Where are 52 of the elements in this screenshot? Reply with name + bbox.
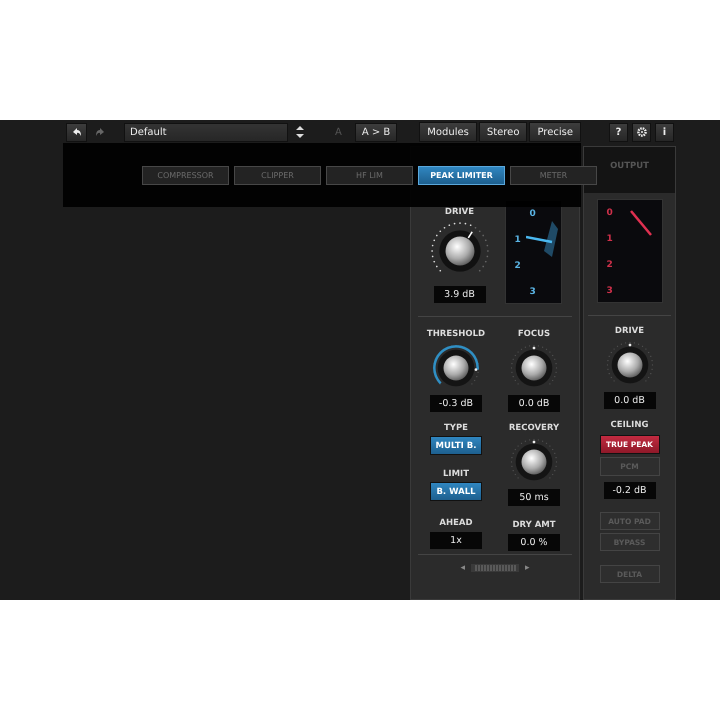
value-readout: 3.9 dB	[434, 286, 486, 303]
control-label: FOCUS	[518, 329, 550, 340]
value-readout: -0.2 dB	[604, 482, 656, 499]
control-label: TYPE	[444, 423, 468, 434]
meter-scale-label: 3	[530, 287, 536, 297]
meter-scale-label: 3	[606, 286, 613, 296]
control-label: DRIVE	[614, 326, 644, 337]
control-label: LIMIT	[443, 469, 469, 480]
module-tab[interactable]: CLIPPER	[234, 166, 321, 184]
preset-field[interactable]: Default	[124, 122, 288, 142]
control-label: DRIVE	[444, 207, 474, 218]
meter-scale-label: 1	[514, 235, 521, 245]
control-label: CEILING	[610, 420, 648, 431]
compare-button[interactable]: A > B	[354, 122, 398, 142]
module-tab[interactable]: METER	[510, 166, 597, 184]
up-down-icon	[294, 124, 306, 140]
value-readout: 50 ms	[508, 489, 560, 506]
value-readout: -0.3 dB	[430, 395, 482, 412]
control-label: RECOVERY	[508, 423, 560, 434]
utility-button[interactable]: ?	[609, 122, 628, 142]
mode-button[interactable]: Modules	[419, 122, 477, 142]
settings-button[interactable]	[632, 122, 651, 142]
scroll-left-button[interactable]: ◂	[460, 563, 465, 573]
meter-needle	[526, 221, 560, 259]
meter-scale-label: 1	[606, 234, 613, 244]
panel-title: OUTPUT	[610, 161, 649, 173]
control-label: AHEAD	[439, 518, 473, 529]
control-label: THRESHOLD	[426, 329, 486, 340]
utility-button[interactable]: i	[655, 122, 674, 142]
mode-toggle[interactable]: MULTI B.	[430, 436, 482, 455]
module-tab[interactable]: PEAK LIMITER	[418, 166, 505, 184]
value-readout: 1x	[430, 532, 482, 549]
value-readout: 0.0 dB	[508, 395, 560, 412]
meter-scale-label: 2	[606, 260, 613, 270]
meter-scale-label: 2	[514, 261, 521, 271]
meter-needle	[630, 210, 652, 236]
module-tab[interactable]: COMPRESSOR	[142, 166, 229, 184]
value-readout: 0.0 dB	[604, 392, 656, 409]
scroll-right-button[interactable]: ▸	[525, 563, 530, 573]
module-tab[interactable]: HF LIM	[326, 166, 413, 184]
scroll-grip[interactable]	[471, 564, 519, 572]
mode-button[interactable]: Stereo	[478, 122, 528, 142]
meter-scale-label: 0	[606, 208, 613, 218]
redo-icon	[94, 127, 104, 137]
mode-toggle[interactable]: B. WALL	[430, 482, 482, 501]
control-label: DRY AMT	[512, 520, 556, 531]
mode-button[interactable]: Precise	[529, 122, 581, 142]
settings-icon	[636, 127, 646, 137]
meter-scale-label: 0	[530, 209, 536, 219]
undo-button[interactable]	[66, 122, 87, 142]
value-readout: 0.0 %	[508, 534, 560, 551]
undo-icon	[72, 127, 82, 137]
